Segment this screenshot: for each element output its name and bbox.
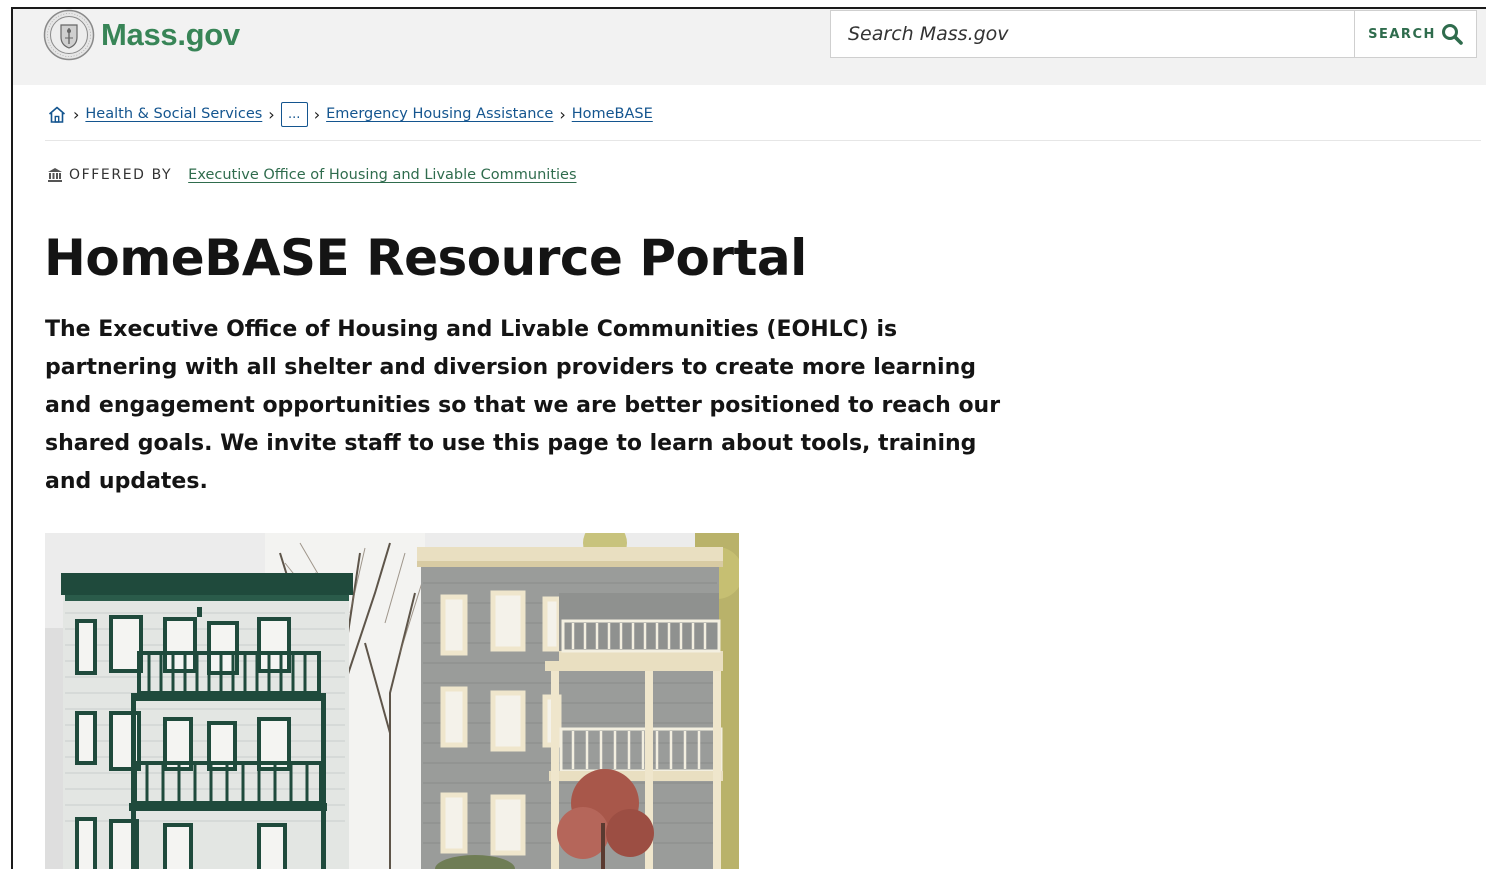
state-seal-icon bbox=[43, 9, 95, 61]
search-input[interactable] bbox=[831, 11, 1354, 57]
offered-by: OFFERED BY Executive Office of Housing a… bbox=[47, 167, 577, 183]
breadcrumb: › Health & Social Services › ... › Emerg… bbox=[47, 101, 653, 127]
search-icon bbox=[1441, 24, 1463, 45]
offered-by-label: OFFERED BY bbox=[69, 167, 173, 183]
chevron-right-icon: › bbox=[313, 104, 321, 124]
site-header: Mass.gov SEARCH bbox=[13, 9, 1486, 85]
page-frame: Mass.gov SEARCH › Health & Social Servic… bbox=[11, 7, 1486, 869]
building-icon bbox=[48, 168, 62, 182]
home-icon[interactable] bbox=[47, 105, 67, 124]
site-logo[interactable]: Mass.gov bbox=[43, 9, 240, 61]
breadcrumb-expand-button[interactable]: ... bbox=[280, 101, 308, 127]
search-bar: SEARCH bbox=[830, 10, 1477, 58]
chevron-right-icon: › bbox=[268, 104, 275, 124]
page-intro: The Executive Office of Housing and Liva… bbox=[45, 317, 1001, 494]
breadcrumb-health-social-services[interactable]: Health & Social Services bbox=[85, 106, 262, 122]
breadcrumb-emergency-housing-assistance[interactable]: Emergency Housing Assistance bbox=[326, 106, 553, 122]
search-button-label: SEARCH bbox=[1368, 26, 1436, 42]
hero-image bbox=[45, 533, 739, 869]
offered-by-org-link[interactable]: Executive Office of Housing and Livable … bbox=[188, 167, 576, 183]
houses-illustration bbox=[45, 533, 739, 869]
page-title: HomeBASE Resource Portal bbox=[44, 229, 807, 287]
divider bbox=[45, 140, 1481, 141]
search-button[interactable]: SEARCH bbox=[1354, 11, 1476, 57]
chevron-right-icon: › bbox=[559, 104, 566, 124]
logo-text: Mass.gov bbox=[101, 17, 240, 52]
breadcrumb-homebase[interactable]: HomeBASE bbox=[572, 106, 653, 122]
chevron-right-icon: › bbox=[73, 104, 80, 124]
